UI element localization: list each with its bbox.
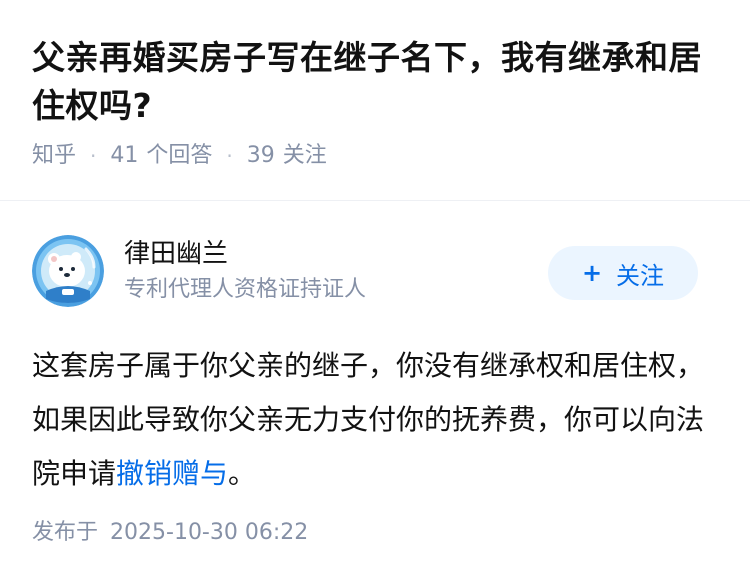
publish-label: 发布于	[32, 520, 99, 545]
polar-bear-astronaut-avatar-icon[interactable]	[32, 235, 104, 307]
page: 父亲再婚买房子写在继子名下，我有继承和居住权吗? 知乎 · 41 个回答 · 3…	[0, 0, 750, 586]
question-header: 父亲再婚买房子写在继子名下，我有继承和居住权吗? 知乎 · 41 个回答 · 3…	[0, 0, 750, 172]
revoke-gift-link[interactable]: 撤销赠与	[116, 457, 228, 490]
meta-separator: ·	[226, 144, 233, 168]
follow-button-label: 关注	[616, 261, 665, 290]
answer-card: 律田幽兰 专利代理人资格证持证人 + 关注 这套房子属于你父亲的继子，你没有继承…	[0, 201, 750, 545]
publish-info: 发布于 2025-10-30 06:22	[32, 517, 308, 549]
answer-text-end: 。	[228, 457, 257, 490]
answers-label[interactable]: 个回答	[146, 140, 212, 172]
author-row: 律田幽兰 专利代理人资格证持证人 + 关注	[0, 201, 750, 311]
question-title[interactable]: 父亲再婚买房子写在继子名下，我有继承和居住权吗?	[32, 34, 718, 130]
meta-separator: ·	[90, 144, 97, 168]
answer-content[interactable]: 这套房子属于你父亲的继子，你没有继承权和居住权，如果因此导致你父亲无力支付你的抚…	[32, 339, 712, 501]
follow-button[interactable]: + 关注	[548, 246, 698, 300]
author-headline: 专利代理人资格证持证人	[124, 277, 367, 302]
author-name[interactable]: 律田幽兰	[124, 237, 228, 271]
followers-count: 39	[246, 143, 275, 168]
source-label[interactable]: 知乎	[32, 140, 76, 172]
question-meta: 知乎 · 41 个回答 · 39 关注	[32, 140, 718, 172]
publish-datetime: 2025-10-30 06:22	[110, 520, 309, 545]
answers-count: 41	[110, 143, 139, 168]
plus-icon: +	[581, 259, 603, 287]
followers-label: 关注	[282, 143, 327, 168]
